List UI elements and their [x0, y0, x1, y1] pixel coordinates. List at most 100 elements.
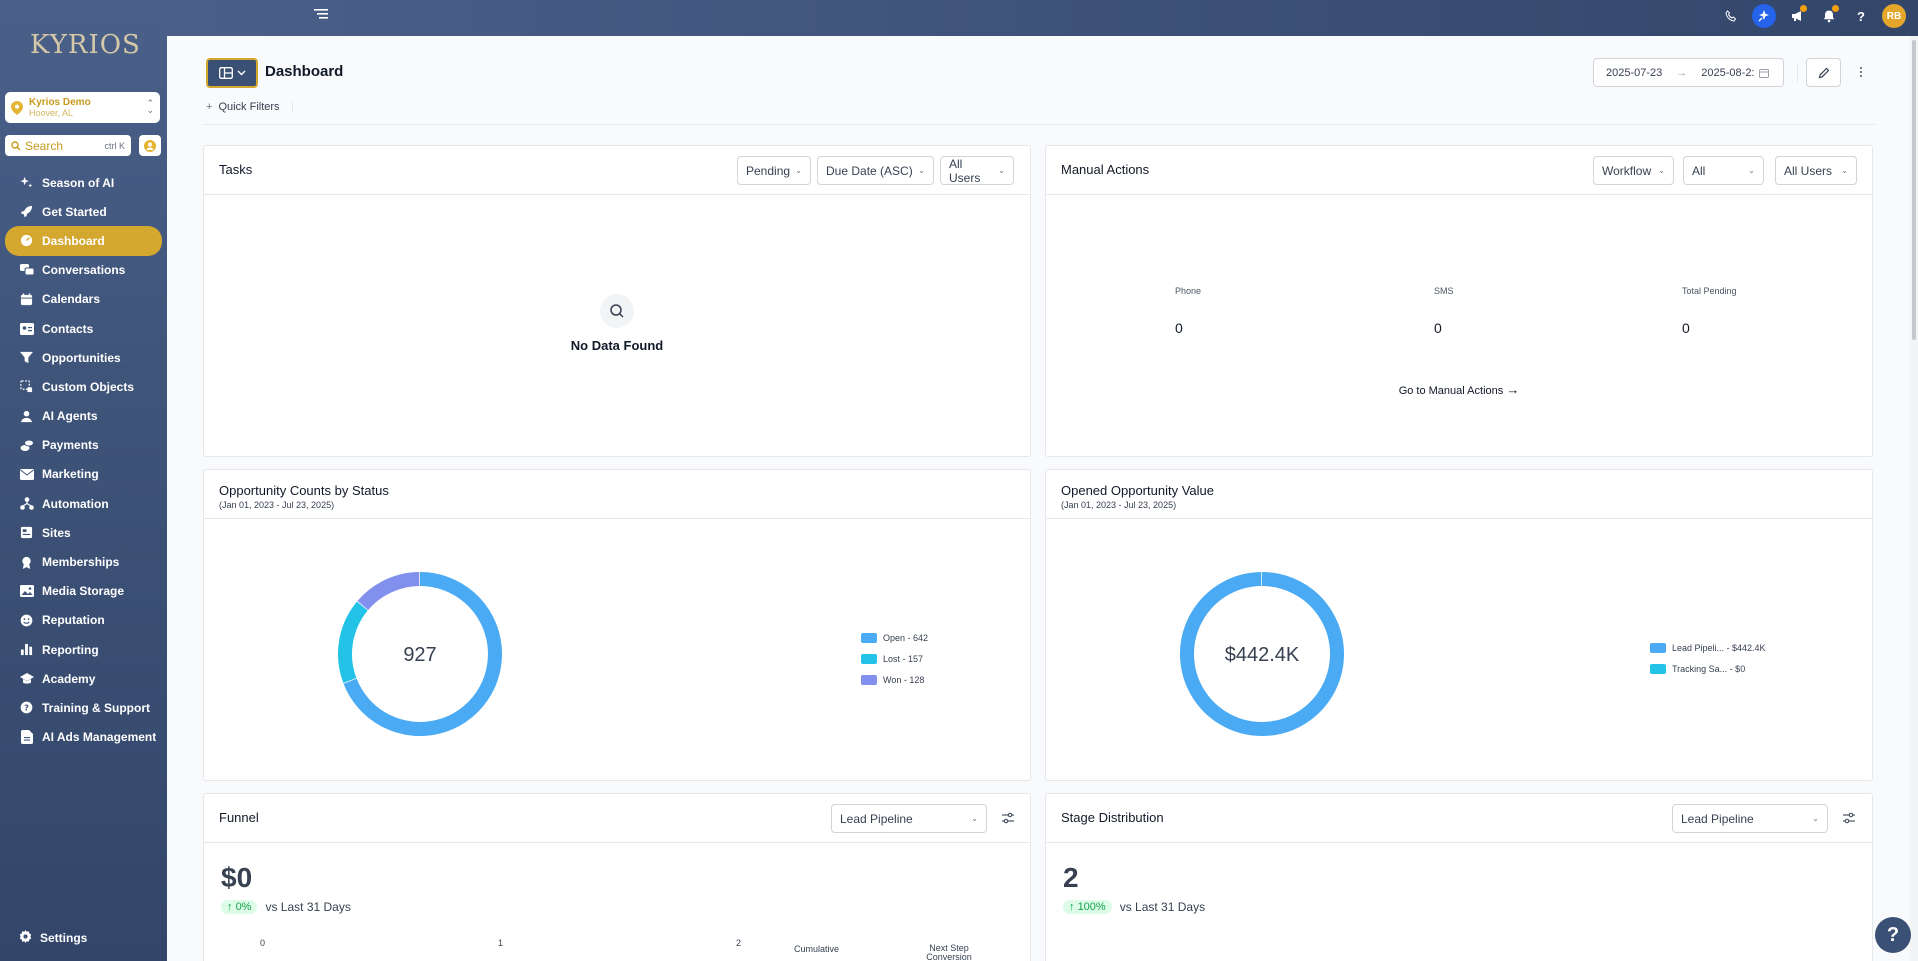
- opportunity-counts-slice-lost[interactable]: [338, 601, 368, 683]
- phone-stat-label: Phone: [1175, 286, 1202, 296]
- user-profile-button[interactable]: [139, 135, 161, 156]
- legend-item[interactable]: Lost - 157: [861, 648, 928, 669]
- sidebar-item-settings[interactable]: Settings: [19, 930, 87, 946]
- scrollbar-thumb[interactable]: [1912, 40, 1916, 340]
- user-avatar[interactable]: RB: [1882, 4, 1906, 28]
- divider: [1797, 64, 1798, 82]
- funnel-change: ↑ 0% vs Last 31 Days: [221, 900, 351, 914]
- sliders-icon[interactable]: [1001, 811, 1015, 825]
- stage-distribution-card: Stage Distribution Lead Pipeline ⌄ 2 ↑ 10…: [1045, 793, 1873, 961]
- opportunity-counts-slice-won[interactable]: [357, 572, 420, 611]
- sidebar-item-custom-objects[interactable]: Custom Objects: [0, 372, 167, 401]
- change-badge: ↑ 100%: [1063, 900, 1112, 914]
- workflow-select[interactable]: Workflow ⌄: [1593, 156, 1674, 185]
- quick-filters-button[interactable]: + Quick Filters: [206, 101, 293, 113]
- stage-pipeline-value: Lead Pipeline: [1681, 811, 1754, 826]
- more-options-icon[interactable]: [1854, 62, 1868, 82]
- sidebar-item-automation[interactable]: Automation: [0, 489, 167, 518]
- manual-actions-users-select[interactable]: All Users ⌄: [1775, 156, 1857, 185]
- sidebar-item-label: Contacts: [42, 321, 94, 336]
- legend-item[interactable]: Open - 642: [861, 627, 928, 648]
- sidebar-item-label: Automation: [42, 496, 109, 511]
- help-button[interactable]: ?: [1875, 917, 1911, 953]
- sidebar-item-opportunities[interactable]: Opportunities: [0, 343, 167, 372]
- sidebar-item-sites[interactable]: Sites: [0, 518, 167, 547]
- axis-tick: 1: [498, 938, 504, 948]
- dashboard-switcher-button[interactable]: [206, 58, 258, 88]
- sidebar-item-label: Dashboard: [42, 233, 105, 248]
- tasks-users-select[interactable]: All Users ⌄: [940, 156, 1014, 185]
- legend-swatch: [1650, 663, 1666, 674]
- site-icon: [19, 525, 34, 540]
- sidebar-item-season-of-ai[interactable]: Season of AI: [0, 168, 167, 197]
- layout-icon: [218, 67, 233, 79]
- sidebar-item-label: Memberships: [42, 555, 120, 570]
- sidebar-item-label: Calendars: [42, 292, 101, 307]
- menu-collapse-icon[interactable]: [314, 8, 328, 22]
- sidebar-item-memberships[interactable]: Memberships: [0, 547, 167, 576]
- chevron-down-icon: ⌄: [1841, 166, 1848, 175]
- funnel-title: Funnel: [219, 810, 259, 825]
- legend-item[interactable]: Lead Pipeli... - $442.4K: [1650, 637, 1766, 658]
- megaphone-icon[interactable]: [1786, 4, 1808, 28]
- sidebar-item-calendars[interactable]: Calendars: [0, 285, 167, 314]
- sidebar-item-get-started[interactable]: Get Started: [0, 197, 167, 226]
- sidebar-item-payments[interactable]: Payments: [0, 431, 167, 460]
- sidebar-item-marketing[interactable]: Marketing: [0, 460, 167, 489]
- coins-icon: [19, 438, 34, 453]
- sidebar-item-label: Media Storage: [42, 584, 125, 599]
- funnel-pipeline-select[interactable]: Lead Pipeline ⌄: [831, 804, 987, 833]
- opportunity-value-subtitle: (Jan 01, 2023 - Jul 23, 2025): [1061, 500, 1177, 510]
- manual-actions-card: Manual Actions Workflow ⌄ All ⌄ All Users ⌄…: [1045, 145, 1873, 457]
- bar-chart-icon: [19, 642, 34, 657]
- total-pending-value: 0: [1682, 320, 1690, 336]
- funnel-pipeline-value: Lead Pipeline: [840, 811, 913, 826]
- legend-swatch: [861, 632, 877, 643]
- phone-icon[interactable]: [1720, 4, 1742, 28]
- legend-label: Open - 642: [883, 632, 929, 643]
- sliders-icon[interactable]: [1842, 811, 1856, 825]
- page-scrollbar[interactable]: [1910, 36, 1918, 961]
- sidebar-item-media-storage[interactable]: Media Storage: [0, 577, 167, 606]
- sidebar-item-ai-agents[interactable]: AI Agents: [0, 402, 167, 431]
- chevron-down-icon: [237, 70, 245, 76]
- legend-item[interactable]: Won - 128: [861, 669, 928, 690]
- tasks-sort-select[interactable]: Due Date (ASC) ⌄: [817, 156, 934, 185]
- edit-dashboard-button[interactable]: [1806, 58, 1841, 87]
- sidebar-item-training-support[interactable]: ? Training & Support: [0, 693, 167, 722]
- go-to-manual-actions-label: Go to Manual Actions: [1398, 385, 1504, 397]
- ai-sparkle-icon[interactable]: [1752, 4, 1776, 28]
- go-to-manual-actions-link[interactable]: Go to Manual Actions →: [1046, 382, 1872, 397]
- robot-icon: [19, 409, 34, 424]
- bell-icon[interactable]: [1818, 4, 1840, 28]
- tasks-users-value: All Users: [949, 156, 981, 185]
- chevron-down-icon: ⌄: [795, 166, 802, 175]
- date-range-picker[interactable]: 2025-07-23 → 2025-08-2:: [1593, 58, 1784, 87]
- legend-swatch: [861, 653, 877, 664]
- tasks-status-select[interactable]: Pending ⌄: [737, 156, 811, 185]
- manual-actions-header: Manual Actions Workflow ⌄ All ⌄ All Users ⌄: [1046, 146, 1872, 195]
- action-type-select[interactable]: All ⌄: [1683, 156, 1764, 185]
- location-switcher[interactable]: Kyrios Demo Hoover, AL ⌃ ⌄: [5, 92, 160, 123]
- question-icon[interactable]: ?: [1850, 4, 1872, 28]
- sidebar-item-contacts[interactable]: Contacts: [0, 314, 167, 343]
- funnel-header: Funnel Lead Pipeline ⌄: [204, 794, 1030, 843]
- sidebar-item-reporting[interactable]: Reporting: [0, 635, 167, 664]
- funnel-icon: [19, 350, 34, 365]
- sms-stat-value: 0: [1434, 320, 1442, 336]
- sidebar-item-conversations[interactable]: Conversations: [0, 256, 167, 285]
- search-input[interactable]: Search ctrl K: [5, 135, 131, 156]
- date-from: 2025-07-23: [1606, 66, 1663, 79]
- chevron-down-icon: ⌄: [998, 166, 1005, 175]
- legend-item[interactable]: Tracking Sa... - $0: [1650, 658, 1766, 679]
- stage-pipeline-select[interactable]: Lead Pipeline ⌄: [1672, 804, 1828, 833]
- settings-label: Settings: [40, 931, 88, 945]
- sidebar-item-ai-ads-management[interactable]: AI Ads Management: [0, 723, 167, 752]
- tasks-status-value: Pending: [746, 163, 791, 178]
- chevron-updown-icon: ⌃ ⌄: [146, 98, 154, 115]
- sidebar-item-reputation[interactable]: Reputation: [0, 606, 167, 635]
- location-name: Kyrios Demo: [29, 97, 91, 108]
- document-icon: [19, 730, 34, 745]
- sidebar-item-dashboard[interactable]: Dashboard: [5, 226, 162, 256]
- sidebar-item-academy[interactable]: Academy: [0, 664, 167, 693]
